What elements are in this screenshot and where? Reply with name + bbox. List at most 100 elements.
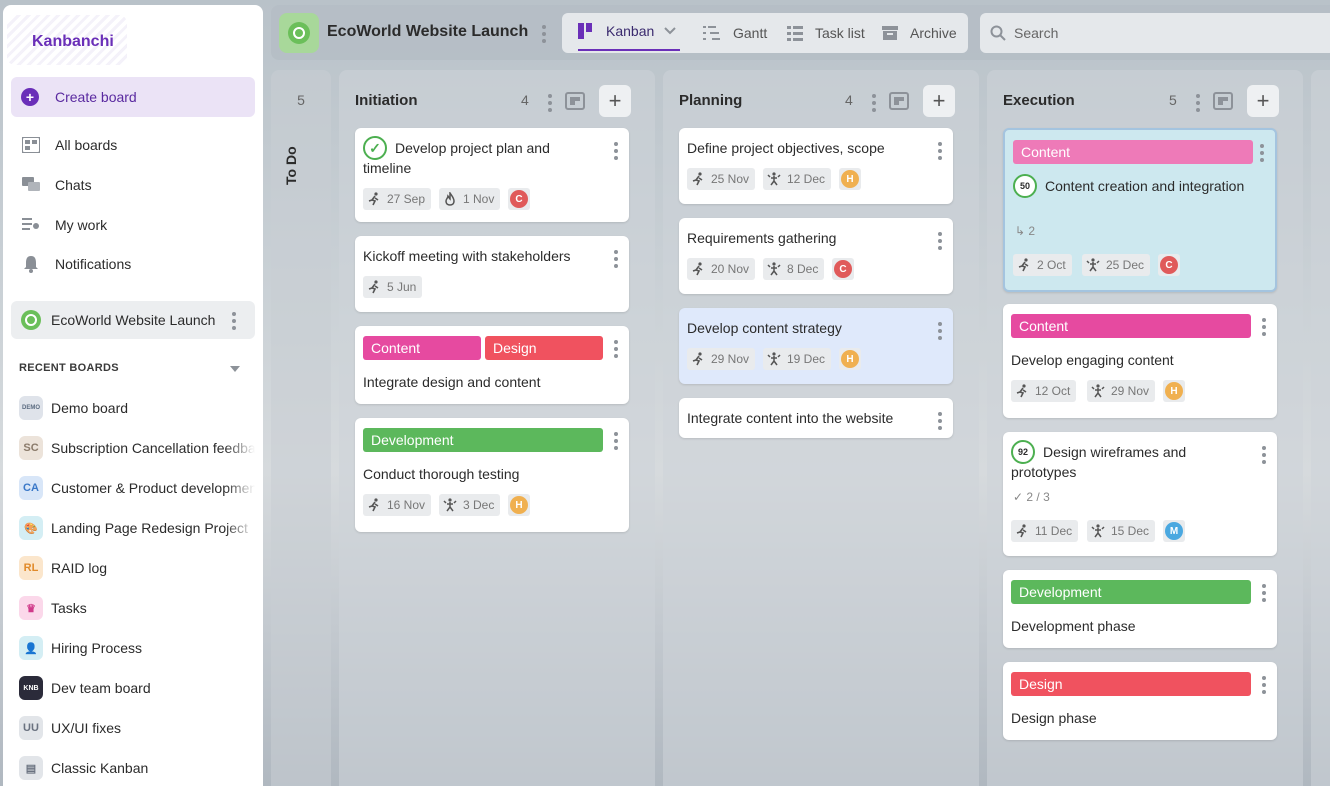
recent-board-item[interactable]: KNB Dev team board <box>19 676 255 700</box>
recent-board-item[interactable]: ♛ Tasks <box>19 596 255 620</box>
card[interactable]: ✓ Develop project plan and timeline 27 Sep… <box>355 128 629 222</box>
card[interactable]: Design Design phase <box>1003 662 1277 740</box>
column-title[interactable]: Planning <box>679 92 742 109</box>
card-menu-icon[interactable] <box>935 322 945 340</box>
card-tag[interactable]: Design <box>485 336 603 360</box>
card[interactable]: Requirements gathering 20 Nov 8 Dec C <box>679 218 953 294</box>
date-chip[interactable]: 20 Nov <box>687 258 756 280</box>
column-title[interactable]: Initiation <box>355 92 418 109</box>
card-tag[interactable]: Development <box>363 428 603 452</box>
chevron-down-icon[interactable] <box>664 27 676 35</box>
card[interactable]: Content Develop engaging content 12 Oct 29 … <box>1003 304 1277 418</box>
create-board-button[interactable]: + Create board <box>11 77 255 117</box>
avatar[interactable]: C <box>834 260 852 278</box>
recent-board-item[interactable]: DEMO Demo board <box>19 396 255 420</box>
date-chip[interactable]: 11 Dec <box>1011 520 1079 542</box>
card-menu-icon[interactable] <box>935 412 945 430</box>
tab-task-list[interactable]: Task list <box>787 13 865 53</box>
card-menu-icon[interactable] <box>935 142 945 160</box>
avatar[interactable]: C <box>1160 256 1178 274</box>
recent-board-item[interactable]: 🎨 Landing Page Redesign Project <box>19 516 255 540</box>
date-chip[interactable]: 25 Dec <box>1082 254 1151 276</box>
card-menu-icon[interactable] <box>1259 676 1269 694</box>
card-tag[interactable]: Content <box>1013 140 1253 164</box>
card-layout-icon[interactable] <box>565 92 585 110</box>
card-menu-icon[interactable] <box>935 232 945 250</box>
recent-board-item[interactable]: ▤ Classic Kanban <box>19 756 255 780</box>
date-chip[interactable]: 5 Jun <box>363 276 423 298</box>
avatar[interactable]: C <box>510 190 528 208</box>
date-chip[interactable]: 1 Nov <box>439 188 501 210</box>
card[interactable]: Development Development phase <box>1003 570 1277 648</box>
avatar[interactable]: H <box>841 350 859 368</box>
tab-kanban[interactable]: Kanban <box>578 13 680 51</box>
card-menu-icon[interactable] <box>611 340 621 358</box>
nav-my-work[interactable]: My work <box>21 213 107 237</box>
board-options-icon[interactable] <box>539 25 549 43</box>
date-chip[interactable]: 27 Sep <box>363 188 432 210</box>
card[interactable]: Content 50 Content creation and integratio… <box>1003 128 1277 292</box>
card-layout-icon[interactable] <box>1213 92 1233 110</box>
nav-notifications[interactable]: Notifications <box>21 252 131 276</box>
board-menu-icon[interactable] <box>229 312 239 330</box>
card-menu-icon[interactable] <box>1259 446 1269 464</box>
card-menu-icon[interactable] <box>611 142 621 160</box>
avatar[interactable]: H <box>841 170 859 188</box>
card-tag[interactable]: Content <box>1011 314 1251 338</box>
collapse-caret-icon[interactable] <box>230 366 240 372</box>
nav-chats[interactable]: Chats <box>21 173 92 197</box>
date-chip[interactable]: 8 Dec <box>763 258 825 280</box>
date-chip[interactable]: 19 Dec <box>763 348 832 370</box>
date-chip[interactable]: 3 Dec <box>439 494 501 516</box>
card-menu-icon[interactable] <box>1259 318 1269 336</box>
tab-archive[interactable]: Archive <box>882 13 957 53</box>
card[interactable]: Kickoff meeting with stakeholders 5 Jun <box>355 236 629 312</box>
search-input[interactable]: Search <box>980 13 1330 53</box>
recent-board-item[interactable]: RL RAID log <box>19 556 255 580</box>
card-menu-icon[interactable] <box>1257 144 1267 162</box>
avatar[interactable]: H <box>1165 382 1183 400</box>
recent-board-item[interactable]: UU UX/UI fixes <box>19 716 255 740</box>
date-chip[interactable]: 15 Dec <box>1087 520 1156 542</box>
card-menu-icon[interactable] <box>611 432 621 450</box>
card[interactable]: Develop content strategy 29 Nov 19 Dec H <box>679 308 953 384</box>
card[interactable]: Define project objectives, scope 25 Nov 12… <box>679 128 953 204</box>
avatar[interactable]: M <box>1165 522 1183 540</box>
date-chip[interactable]: 29 Nov <box>1087 380 1156 402</box>
add-card-button[interactable]: + <box>923 85 955 117</box>
card[interactable]: Content Design Integrate design and conten… <box>355 326 629 404</box>
add-card-button[interactable]: + <box>1247 85 1279 117</box>
card[interactable]: 92 Design wireframes and prototypes ✓ 2 / … <box>1003 432 1277 556</box>
date-chip[interactable]: 2 Oct <box>1013 254 1072 276</box>
column-menu-icon[interactable] <box>869 94 879 112</box>
recent-board-item[interactable]: 👤 Hiring Process <box>19 636 255 660</box>
tab-gantt[interactable]: Gantt <box>703 13 767 53</box>
card-layout-icon[interactable] <box>889 92 909 110</box>
column-todo-collapsed[interactable]: 5 To Do <box>271 70 331 786</box>
card-tag[interactable]: Development <box>1011 580 1251 604</box>
card[interactable]: Integrate content into the website <box>679 398 953 438</box>
recent-board-item[interactable]: SC Subscription Cancellation feedback <box>19 436 255 460</box>
card-menu-icon[interactable] <box>611 250 621 268</box>
date-chip[interactable]: 16 Nov <box>363 494 432 516</box>
card-tag[interactable]: Design <box>1011 672 1251 696</box>
current-board-item[interactable]: EcoWorld Website Launch <box>11 301 255 339</box>
avatar[interactable]: H <box>510 496 528 514</box>
date-chip[interactable]: 12 Oct <box>1011 380 1077 402</box>
column-title[interactable]: Execution <box>1003 92 1075 109</box>
card-menu-icon[interactable] <box>1259 584 1269 602</box>
nav-all-boards[interactable]: All boards <box>21 133 117 157</box>
card[interactable]: Development Conduct thorough testing 16 No… <box>355 418 629 532</box>
column-menu-icon[interactable] <box>545 94 555 112</box>
date-text: 12 Dec <box>787 172 826 186</box>
recent-board-item[interactable]: CA Customer & Product development <box>19 476 255 500</box>
app-logo[interactable]: Kanbanchi <box>32 33 114 51</box>
card-tag[interactable]: Content <box>363 336 481 360</box>
column-menu-icon[interactable] <box>1193 94 1203 112</box>
column-next-peek[interactable] <box>1311 70 1330 786</box>
date-chip[interactable]: 25 Nov <box>687 168 756 190</box>
board-title[interactable]: EcoWorld Website Launch <box>327 23 528 41</box>
add-card-button[interactable]: + <box>599 85 631 117</box>
date-chip[interactable]: 29 Nov <box>687 348 756 370</box>
date-chip[interactable]: 12 Dec <box>763 168 832 190</box>
